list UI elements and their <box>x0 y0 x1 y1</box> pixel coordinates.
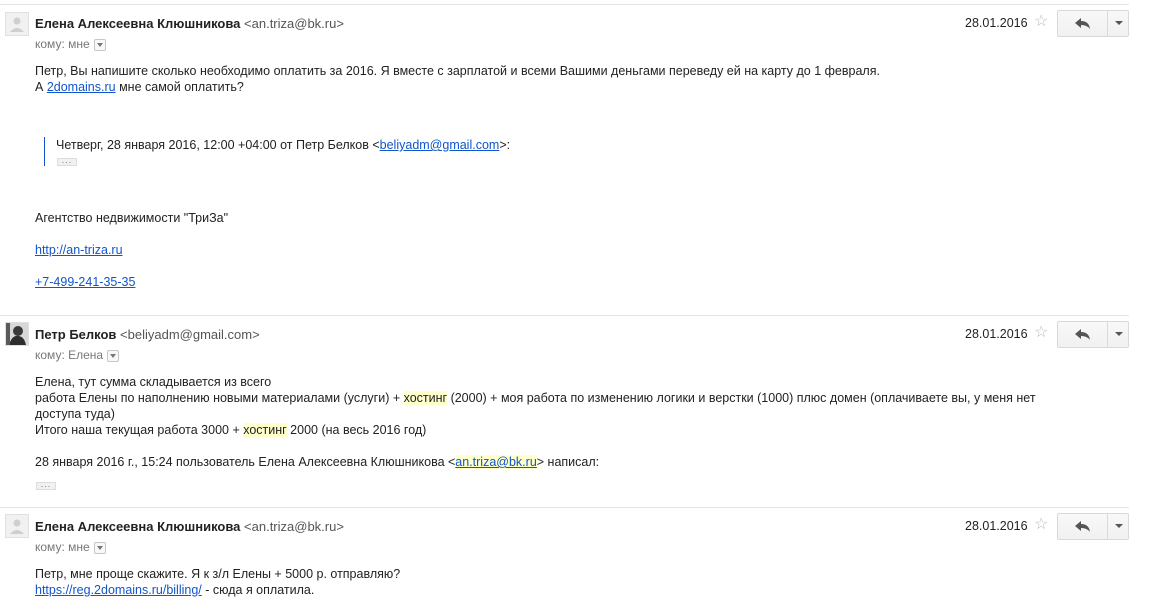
sender-name: Елена Алексеевна Клюшникова <box>35 16 241 31</box>
quote-email-link[interactable]: an.triza@bk.ru <box>455 455 537 469</box>
domain-link[interactable]: 2domains.ru <box>47 80 116 94</box>
reply-button[interactable] <box>1058 11 1107 36</box>
search-highlight: хостинг <box>243 423 287 437</box>
recipient-line: кому: мне <box>35 37 106 51</box>
reply-button-group <box>1057 321 1129 348</box>
body-line: доступа туда) <box>35 407 115 421</box>
sender[interactable]: Елена Алексеевна Клюшникова <an.triza@bk… <box>35 16 344 31</box>
quote-header: Четверг, 28 января 2016, 12:00 +04:00 от… <box>56 138 511 152</box>
sender-email: <an.triza@bk.ru> <box>244 519 344 534</box>
avatar[interactable] <box>5 322 29 346</box>
quote-email-link[interactable]: beliyadm@gmail.com <box>380 138 500 152</box>
chevron-down-icon[interactable] <box>93 38 106 51</box>
sender-name: Петр Белков <box>35 327 117 342</box>
search-highlight: хостинг <box>403 391 448 405</box>
message-date: 28.01.2016 <box>965 519 1028 533</box>
recipient-label: кому: мне <box>35 37 90 51</box>
recipient-line: кому: мне <box>35 540 106 554</box>
body-line: Елена, тут сумма складывается из всего <box>35 375 272 389</box>
reply-button-group <box>1057 10 1129 37</box>
star-icon[interactable]: ☆ <box>1034 325 1048 341</box>
quote-header: 28 января 2016 г., 15:24 пользователь Ел… <box>35 455 600 469</box>
signature-phone: +7-499-241-35-35 <box>35 275 135 289</box>
body-line: Итого наша текущая работа 3000 + хостинг… <box>35 423 427 437</box>
reply-icon <box>1074 520 1090 532</box>
signature-site: http://an-triza.ru <box>35 243 123 257</box>
phone-link[interactable]: +7-499-241-35-35 <box>35 275 135 289</box>
recipient-label: кому: Елена <box>35 348 104 362</box>
quote-bar <box>44 137 45 166</box>
avatar[interactable] <box>5 12 29 36</box>
avatar[interactable] <box>5 514 29 538</box>
body-line: работа Елены по наполнению новыми матери… <box>35 391 1036 405</box>
body-line: Петр, Вы напишите сколько необходимо опл… <box>35 64 880 78</box>
sender[interactable]: Елена Алексеевна Клюшникова <an.triza@bk… <box>35 519 344 534</box>
person-photo-icon <box>6 323 28 345</box>
more-actions-button[interactable] <box>1107 514 1129 539</box>
body-line: Петр, мне проще скажите. Я к з/л Елены +… <box>35 567 401 581</box>
message-date: 28.01.2016 <box>965 16 1028 30</box>
reply-button-group <box>1057 513 1129 540</box>
sender-email: <beliyadm@gmail.com> <box>120 327 260 342</box>
body-line: https://reg.2domains.ru/billing/ - сюда … <box>35 583 315 597</box>
recipient-line: кому: Елена <box>35 348 120 362</box>
show-trimmed-content-button[interactable]: ... <box>36 480 56 490</box>
body-line: А 2domains.ru мне самой оплатить? <box>35 80 244 94</box>
more-actions-button[interactable] <box>1107 11 1129 36</box>
sender-name: Елена Алексеевна Клюшникова <box>35 519 241 534</box>
sender-email: <an.triza@bk.ru> <box>244 16 344 31</box>
star-icon[interactable]: ☆ <box>1034 517 1048 533</box>
message-divider <box>0 507 1129 508</box>
sender[interactable]: Петр Белков <beliyadm@gmail.com> <box>35 327 260 342</box>
reply-button[interactable] <box>1058 514 1107 539</box>
show-trimmed-content-button[interactable]: ... <box>57 156 77 166</box>
message-date: 28.01.2016 <box>965 327 1028 341</box>
reply-button[interactable] <box>1058 322 1107 347</box>
recipient-label: кому: мне <box>35 540 90 554</box>
signature-company: Агентство недвижимости "ТриЗа" <box>35 211 229 225</box>
chevron-down-icon[interactable] <box>107 349 120 362</box>
star-icon[interactable]: ☆ <box>1034 14 1048 30</box>
message-divider <box>0 315 1129 316</box>
message-divider <box>0 4 1129 5</box>
reply-icon <box>1074 17 1090 29</box>
person-icon <box>10 519 24 534</box>
reply-icon <box>1074 328 1090 340</box>
person-icon <box>10 17 24 32</box>
more-actions-button[interactable] <box>1107 322 1129 347</box>
site-link[interactable]: http://an-triza.ru <box>35 243 123 257</box>
billing-link[interactable]: https://reg.2domains.ru/billing/ <box>35 583 202 597</box>
chevron-down-icon[interactable] <box>93 541 106 554</box>
